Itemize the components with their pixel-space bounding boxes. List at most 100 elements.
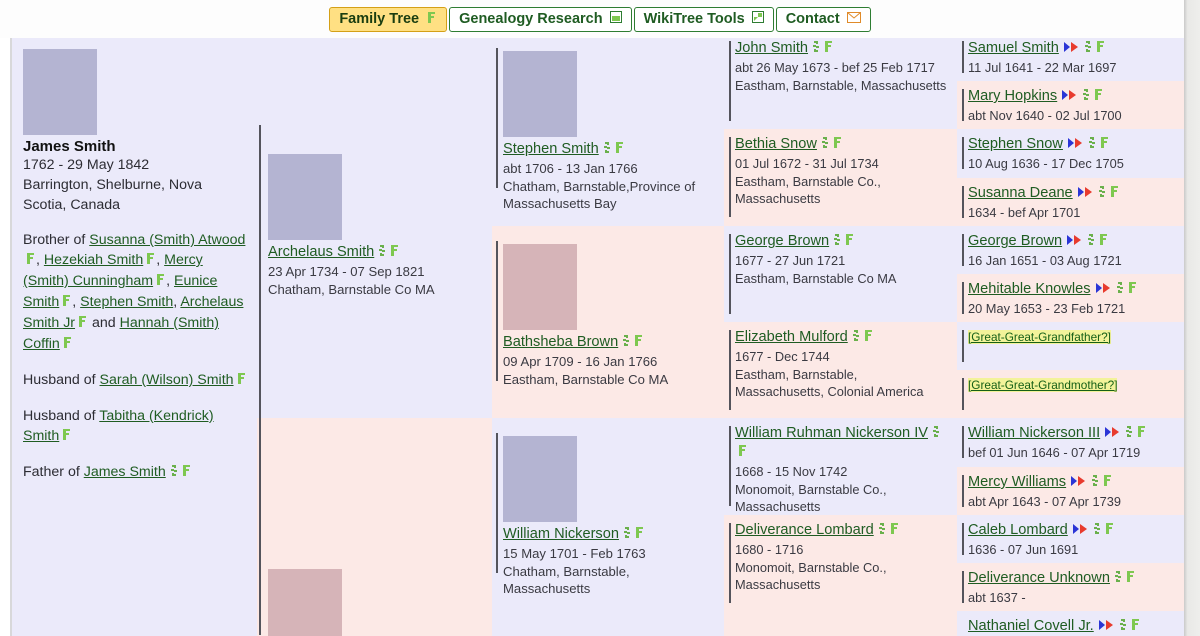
placeholder-ancestor-link[interactable]: [Great-Great-Grandfather?] [968, 330, 1111, 344]
person-link[interactable]: William Nickerson III [968, 425, 1100, 441]
person-card: George Brown 1677 - 27 Jun 1721 Eastham, B… [724, 226, 957, 322]
relative-link[interactable]: Hezekiah Smith [44, 252, 143, 268]
ancestor-arrows-icon[interactable] [1077, 185, 1094, 203]
wikitree-leaf-icon [831, 233, 842, 251]
column-great-grandparents: John Smith abt 26 May 1673 - bef 25 Feb 1… [724, 33, 957, 636]
wikitree-leaf-icon [876, 522, 887, 540]
vertical-scrollbar[interactable] [1184, 0, 1200, 636]
person-card: George Brown 16 Jan 1651 - 03 Aug 1721 [957, 226, 1188, 274]
person-lifespan: 09 Apr 1709 - 16 Jan 1766 [503, 354, 658, 369]
wikitree-leaf-icon [1086, 136, 1097, 154]
person-link[interactable]: Caleb Lombard [968, 522, 1068, 538]
person-link[interactable]: Bethia Snow [735, 136, 817, 152]
lineage-connector [729, 41, 731, 121]
wikitree-leaf-icon [1089, 474, 1100, 492]
person-lifespan: abt 1637 - [968, 590, 1026, 605]
person-lifespan: abt 26 May 1673 - bef 25 Feb 1717 [735, 60, 935, 75]
lineage-connector [962, 571, 964, 603]
person-link[interactable]: William Ruhman Nickerson IV [735, 425, 928, 441]
person-link[interactable]: Mary Hopkins [968, 88, 1057, 104]
person-name-row: Mehitable Knowles [968, 280, 1180, 299]
lineage-connector [962, 137, 964, 169]
person-link[interactable]: Mercy Williams [968, 474, 1066, 490]
ancestor-arrows-icon[interactable] [1061, 88, 1078, 106]
person-link[interactable]: Bathsheba Brown [503, 334, 618, 350]
family-tree-icon [1104, 522, 1115, 540]
person-card: William Nickerson III bef 01 Jun 1646 - 0… [957, 418, 1188, 467]
person-link[interactable]: Mehitable Knowles [968, 281, 1091, 297]
person-card: Samuel Smith 11 Jul 1641 - 22 Mar 1697 [957, 33, 1188, 81]
person-lifespan: 1668 - 15 Nov 1742 [735, 464, 848, 479]
person-card: Mercy Williams abt Apr 1643 - 07 Apr 1739 [957, 467, 1188, 515]
ancestor-arrows-icon[interactable] [1070, 474, 1087, 492]
tab-contact[interactable]: Contact [775, 6, 871, 32]
person-card: Deliverance Lombard 1680 - 1716 Monomoit, … [724, 515, 957, 636]
person-link[interactable]: Stephen Snow [968, 136, 1063, 152]
person-link[interactable]: Deliverance Unknown [968, 570, 1110, 586]
ancestor-arrows-icon[interactable] [1095, 281, 1112, 299]
person-lifespan: bef 01 Jun 1646 - 07 Apr 1719 [968, 445, 1141, 460]
avatar [23, 49, 97, 135]
person-birthplace: Monomoit, Barnstable Co., Massachusetts [735, 482, 887, 514]
column-great-great-grandparents: Samuel Smith 11 Jul 1641 - 22 Mar 1697 Mar… [957, 33, 1188, 636]
person-link[interactable]: Deliverance Lombard [735, 522, 874, 538]
person-card: Nathaniel Covell Jr. [957, 611, 1188, 636]
relative-link[interactable]: Sarah (Wilson) Smith [100, 372, 234, 388]
tab-wikitree-tools[interactable]: WikiTree Tools [633, 6, 774, 32]
person-lifespan: abt 1706 - 13 Jan 1766 [503, 161, 638, 176]
lineage-connector [962, 378, 964, 410]
tab-family-tree[interactable]: Family Tree [329, 6, 448, 32]
ancestor-arrows-icon[interactable] [1067, 136, 1084, 154]
person-lifespan: abt Apr 1643 - 07 Apr 1739 [968, 494, 1121, 509]
ancestor-arrows-icon[interactable] [1098, 618, 1115, 636]
ancestor-arrows-icon[interactable] [1104, 425, 1121, 443]
family-tree-icon [614, 141, 625, 159]
person-lifespan: 20 May 1653 - 23 Feb 1721 [968, 301, 1126, 316]
ancestor-arrows-icon[interactable] [1063, 40, 1080, 58]
lineage-connector [962, 41, 964, 73]
person-card: Susanna Deane 1634 - bef Apr 1701 [957, 178, 1188, 226]
wikitree-leaf-icon [601, 141, 612, 159]
wikitree-leaf-icon [810, 40, 821, 58]
ancestor-arrows-icon[interactable] [1066, 233, 1083, 251]
relative-link[interactable]: James Smith [84, 464, 166, 480]
person-link[interactable]: William Nickerson [503, 526, 619, 542]
avatar [503, 51, 577, 137]
placeholder-ancestor-link[interactable]: [Great-Great-Grandmother?] [968, 378, 1118, 392]
person-link[interactable]: Archelaus Smith [268, 244, 374, 260]
person-link[interactable]: Stephen Smith [503, 141, 599, 157]
family-tree-icon [1136, 425, 1147, 443]
lineage-connector [962, 475, 964, 507]
lineage-connector [729, 523, 731, 603]
ancestor-arrows-icon[interactable] [1072, 522, 1089, 540]
person-link[interactable]: George Brown [735, 233, 829, 249]
person-link[interactable]: Susanna Deane [968, 185, 1073, 201]
wikitree-leaf-icon [168, 463, 179, 483]
person-name-row: George Brown [968, 232, 1180, 251]
person-card: Stephen Smith abt 1706 - 13 Jan 1766 Chath… [492, 33, 724, 226]
relative-link[interactable]: Susanna (Smith) Atwood [89, 232, 245, 248]
column-focus-person: James Smith 1762 - 29 May 1842 Barringto… [12, 33, 257, 636]
person-birthplace: Chatham, Barnstable,Province of Massachu… [503, 179, 696, 211]
tab-genealogy-research[interactable]: Genealogy Research [449, 6, 632, 32]
person-card: Elizabeth Mulford 1677 - Dec 1744 Eastham,… [724, 322, 957, 418]
person-link[interactable]: Samuel Smith [968, 40, 1059, 56]
lineage-connector [962, 234, 964, 266]
person-card: Stephen Snow 10 Aug 1636 - 17 Dec 1705 [957, 129, 1188, 178]
person-card: Mary Hopkins abt Nov 1640 - 02 Jul 1700 [957, 81, 1188, 129]
wikitree-leaf-icon [621, 526, 632, 544]
person-link[interactable]: Nathaniel Covell Jr. [968, 618, 1094, 634]
person-lifespan: 1634 - bef Apr 1701 [968, 205, 1081, 220]
pedigree-chart: James Smith 1762 - 29 May 1842 Barringto… [10, 33, 1188, 636]
family-tree-icon [77, 314, 88, 334]
person-link[interactable]: Elizabeth Mulford [735, 329, 848, 345]
person-name-row: Bathsheba Brown [503, 333, 714, 352]
family-tree-icon [426, 11, 437, 28]
relative-link[interactable]: Stephen Smith [80, 294, 173, 310]
family-tree-icon [1099, 136, 1110, 154]
person-link[interactable]: John Smith [735, 40, 808, 56]
family-tree-icon [823, 40, 834, 58]
person-card: John Smith abt 26 May 1673 - bef 25 Feb 1… [724, 33, 957, 129]
person-card: Mehitable Knowles 20 May 1653 - 23 Feb 17… [957, 274, 1188, 322]
person-link[interactable]: George Brown [968, 233, 1062, 249]
